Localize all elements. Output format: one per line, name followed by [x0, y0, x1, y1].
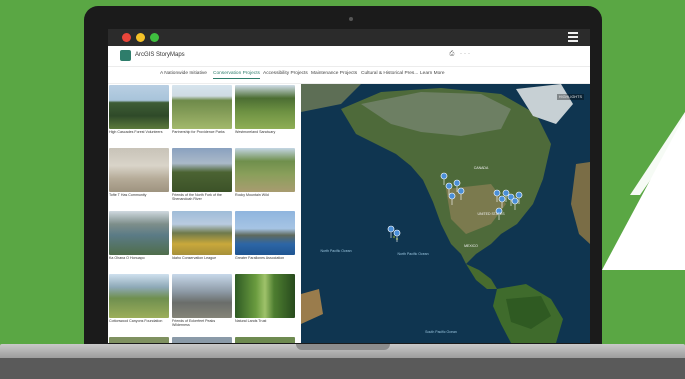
gallery-caption: Cottonwood Canyons Foundation [109, 319, 163, 323]
gallery-card[interactable]: Cottonwood Canyons Foundation [109, 274, 169, 323]
app-header: ArcGIS StoryMaps ⎙ ··· [108, 46, 590, 67]
camera-icon [349, 17, 353, 21]
gallery-thumbnail [109, 337, 169, 343]
gallery-caption: Ka Ohana O Honuapo [109, 256, 145, 260]
maximize-window-button[interactable] [150, 33, 159, 42]
header-actions[interactable]: ⎙ ··· [450, 51, 472, 58]
gallery-caption: Greater Farallones Association [235, 256, 285, 260]
gallery-caption: Natural Lands Trust [235, 319, 267, 323]
nav-item-conservation-projects[interactable]: Conservation Projects [213, 71, 260, 79]
nav-item-nationwide-initiative[interactable]: A Nationwide Initiative [160, 71, 207, 76]
project-map[interactable]: HIGHLIGHTS North Pacific Ocean North Pac… [301, 84, 590, 343]
laptop-shadow [0, 358, 685, 379]
gallery-card[interactable]: Tofte T Has Community [109, 148, 169, 197]
close-window-button[interactable] [122, 33, 131, 42]
minimize-window-button[interactable] [136, 33, 145, 42]
gallery-card[interactable]: Natural Lands Trust [235, 274, 295, 323]
nav-item-learn-more[interactable]: Learn More [420, 71, 445, 76]
gallery-thumbnail [172, 148, 232, 192]
map-label-south-pacific: South Pacific Ocean [425, 330, 457, 334]
gallery-card[interactable]: Westmoreland Sanctuary [235, 85, 295, 134]
map-label-united-states: UNITED STATES [477, 212, 505, 216]
nav-item-maintenance-projects[interactable]: Maintenance Projects [311, 71, 357, 76]
storymaps-logo [120, 50, 131, 61]
gallery-thumbnail [235, 211, 295, 255]
gallery-thumbnail [172, 85, 232, 129]
gallery-caption: Partnership for Providence Parks [172, 130, 225, 134]
gallery-caption: High Cascades Forest Volunteers [109, 130, 163, 134]
nav-item-accessibility-projects[interactable]: Accessibility Projects [263, 71, 308, 76]
map-attribution: HIGHLIGHTS [556, 94, 584, 100]
map-label-north-pacific: North Pacific Ocean [320, 249, 352, 253]
gallery-card[interactable] [172, 337, 232, 343]
gallery-card[interactable]: High Cascades Forest Volunteers [109, 85, 169, 134]
app-title: ArcGIS StoryMaps [135, 52, 185, 58]
nav-item-cultural-historical[interactable]: Cultural & Historical Pres... [361, 71, 418, 76]
laptop-notch [296, 344, 390, 350]
map-label-canada: CANADA [473, 166, 489, 170]
gallery-caption: Idaho Conservation League [172, 256, 217, 260]
hamburger-menu-icon[interactable] [568, 32, 578, 42]
gallery-caption: Friends of the North Fork of the Shenand… [172, 193, 222, 202]
gallery-card[interactable] [109, 337, 169, 343]
gallery-card[interactable]: Friends of Eckerfeet Peaks Wilderness [172, 274, 232, 328]
gallery-caption: Rocky Mountain Wild [235, 193, 269, 197]
gallery-thumbnail [172, 337, 232, 343]
map-label-north-pacific-2: North Pacific Ocean [397, 252, 429, 256]
gallery-caption: Westmoreland Sanctuary [235, 130, 276, 134]
window-titlebar [108, 29, 590, 46]
gallery-caption: Friends of Eckerfeet Peaks Wilderness [172, 319, 216, 328]
gallery-card[interactable]: Idaho Conservation League [172, 211, 232, 260]
gallery-thumbnail [235, 337, 295, 343]
gallery-thumbnail [109, 211, 169, 255]
story-navigation: A Nationwide Initiative Conservation Pro… [108, 67, 590, 84]
gallery-thumbnail [235, 274, 295, 318]
gallery-thumbnail [235, 85, 295, 129]
gallery-card[interactable]: Greater Farallones Association [235, 211, 295, 260]
gallery-thumbnail [172, 211, 232, 255]
gallery-thumbnail [109, 148, 169, 192]
gallery-caption: Tofte T Has Community [109, 193, 147, 197]
satellite-basemap [301, 84, 590, 343]
gallery-thumbnail [172, 274, 232, 318]
gallery-card[interactable]: Partnership for Providence Parks [172, 85, 232, 134]
project-gallery: High Cascades Forest Volunteers Partners… [108, 84, 300, 343]
laptop-screen: ArcGIS StoryMaps ⎙ ··· A Nationwide Init… [108, 29, 590, 343]
gallery-card[interactable]: Friends of the North Fork of the Shenand… [172, 148, 232, 202]
gallery-thumbnail [235, 148, 295, 192]
gallery-card[interactable]: Rocky Mountain Wild [235, 148, 295, 197]
gallery-thumbnail [109, 85, 169, 129]
gallery-card[interactable]: Ka Ohana O Honuapo [109, 211, 169, 260]
gallery-card[interactable] [235, 337, 295, 343]
gallery-thumbnail [109, 274, 169, 318]
map-label-mexico: MEXICO [464, 244, 478, 248]
